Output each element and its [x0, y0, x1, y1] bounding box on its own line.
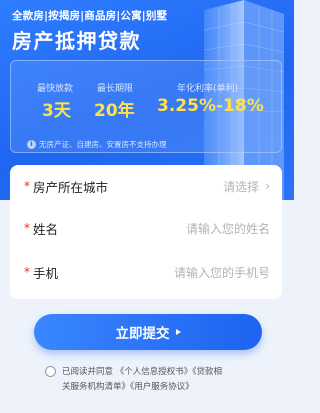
city-select-value: 请选择 — [223, 179, 260, 194]
city-label-wrap: * 房产所在城市 — [24, 177, 108, 196]
submit-button[interactable]: 立即提交 — [34, 314, 262, 350]
phone-label: 手机 — [33, 265, 59, 281]
required-mark: * — [24, 221, 30, 235]
city-select[interactable]: 请选择 › — [223, 178, 270, 195]
max-term-label: 最长期限 — [97, 84, 134, 94]
name-input[interactable]: 请输入您的姓名 — [186, 220, 270, 237]
name-row: * 姓名 请输入您的姓名 — [10, 207, 282, 249]
agreement-checkbox[interactable] — [45, 366, 56, 377]
property-types-tagline: 全款房|按揭房|商品房|公寓|别墅 — [12, 10, 168, 22]
required-mark: * — [24, 265, 30, 279]
fastest-disbursement-label: 最快放款 — [37, 84, 74, 94]
notice-text: 无房产证、自建房、安置房不支持办理 — [39, 139, 167, 149]
submit-button-label: 立即提交 — [115, 326, 170, 342]
phone-row: * 手机 请输入您的手机号 — [10, 251, 282, 293]
play-arrow-icon — [175, 329, 181, 335]
name-label: 姓名 — [33, 221, 59, 237]
agreement-text-line2[interactable]: 关服务机构清单》《用户服务协议》 — [62, 380, 194, 392]
phone-label-wrap: * 手机 — [24, 263, 58, 282]
max-term-value: 20年 — [94, 101, 135, 121]
annual-rate-value: 3.25%-18% — [157, 96, 264, 116]
required-mark: * — [24, 179, 30, 193]
agreement-text-line1[interactable]: 已阅读并同意 《个人信息授权书》《贷款相 — [62, 365, 222, 377]
loan-info-card: 最快放款 3天 最长期限 20年 年化利率(单利) 3.25%-18% i 无房… — [10, 60, 282, 153]
info-icon: i — [27, 139, 36, 149]
phone-input[interactable]: 请输入您的手机号 — [174, 264, 270, 281]
fastest-disbursement-value: 3天 — [42, 101, 71, 121]
eligibility-notice: i 无房产证、自建房、安置房不支持办理 — [27, 138, 167, 150]
name-label-wrap: * 姓名 — [24, 219, 58, 238]
application-form: * 房产所在城市 请选择 › * 姓名 请输入您的姓名 * 手机 请输入您的手机… — [10, 165, 282, 299]
city-label: 房产所在城市 — [33, 179, 109, 195]
page-title: 房产抵押贷款 — [12, 29, 141, 53]
chevron-right-icon: › — [265, 179, 270, 193]
city-select-row[interactable]: * 房产所在城市 请选择 › — [10, 165, 282, 207]
annual-rate-label: 年化利率(单利) — [177, 84, 239, 94]
